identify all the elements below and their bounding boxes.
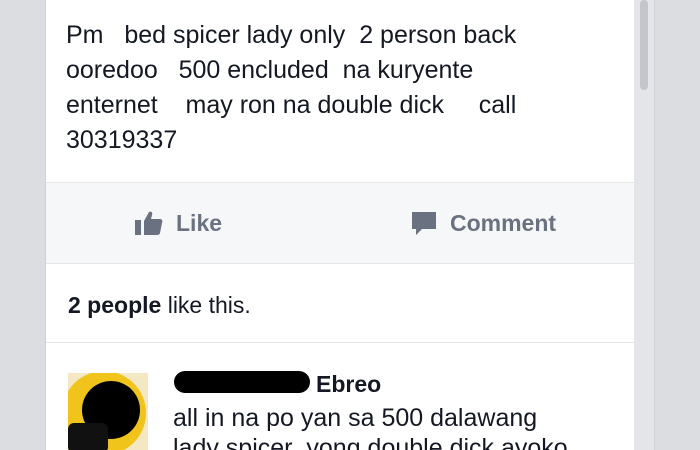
likes-count[interactable]: 2 people xyxy=(68,292,161,318)
commenter-name[interactable]: Ebreo xyxy=(316,371,381,398)
scrollbar[interactable] xyxy=(634,0,654,450)
name-redaction xyxy=(174,371,310,393)
avatar[interactable] xyxy=(68,373,148,450)
likes-suffix: like this. xyxy=(161,292,251,318)
post-text: Pm bed spicer lady only 2 person back oo… xyxy=(66,21,517,154)
comment-item: Ebreo all in na po yan sa 500 dalawang l… xyxy=(46,343,654,450)
likes-summary[interactable]: 2 people like this. xyxy=(68,292,251,319)
comment-label: Comment xyxy=(450,209,557,236)
comment-bubble-icon xyxy=(412,212,436,235)
scrollbar-thumb[interactable] xyxy=(640,0,648,90)
post-card: Pm bed spicer lady only 2 person back oo… xyxy=(46,0,654,450)
comment-text: all in na po yan sa 500 dalawang lady sp… xyxy=(173,404,568,450)
thumbs-up-icon xyxy=(135,211,163,235)
post-action-bar: Like Comment xyxy=(46,182,654,264)
comment-button[interactable]: Comment xyxy=(410,183,556,263)
like-label: Like xyxy=(176,209,223,236)
avatar-shadow xyxy=(68,423,108,450)
like-button[interactable]: Like xyxy=(134,183,222,263)
